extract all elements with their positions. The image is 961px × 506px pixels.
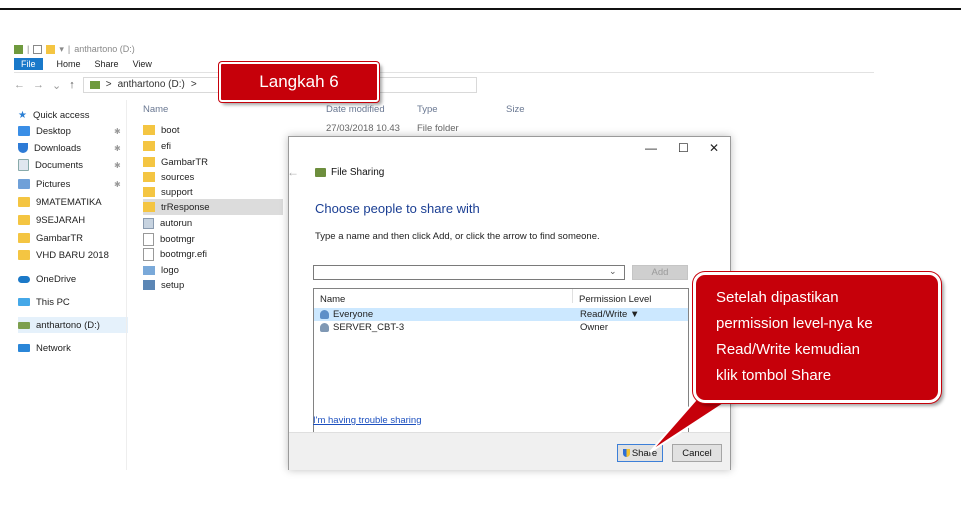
callout-line: Read/Write kemudian xyxy=(716,341,860,358)
callout-line: permission level-nya ke xyxy=(716,315,873,332)
callout-line: klik tombol Share xyxy=(716,367,832,384)
callout-line: Setelah dipastikan xyxy=(716,289,839,306)
instruction-callout: Setelah dipastikan permission level-nya … xyxy=(693,272,941,403)
callout-pointer xyxy=(649,379,761,453)
